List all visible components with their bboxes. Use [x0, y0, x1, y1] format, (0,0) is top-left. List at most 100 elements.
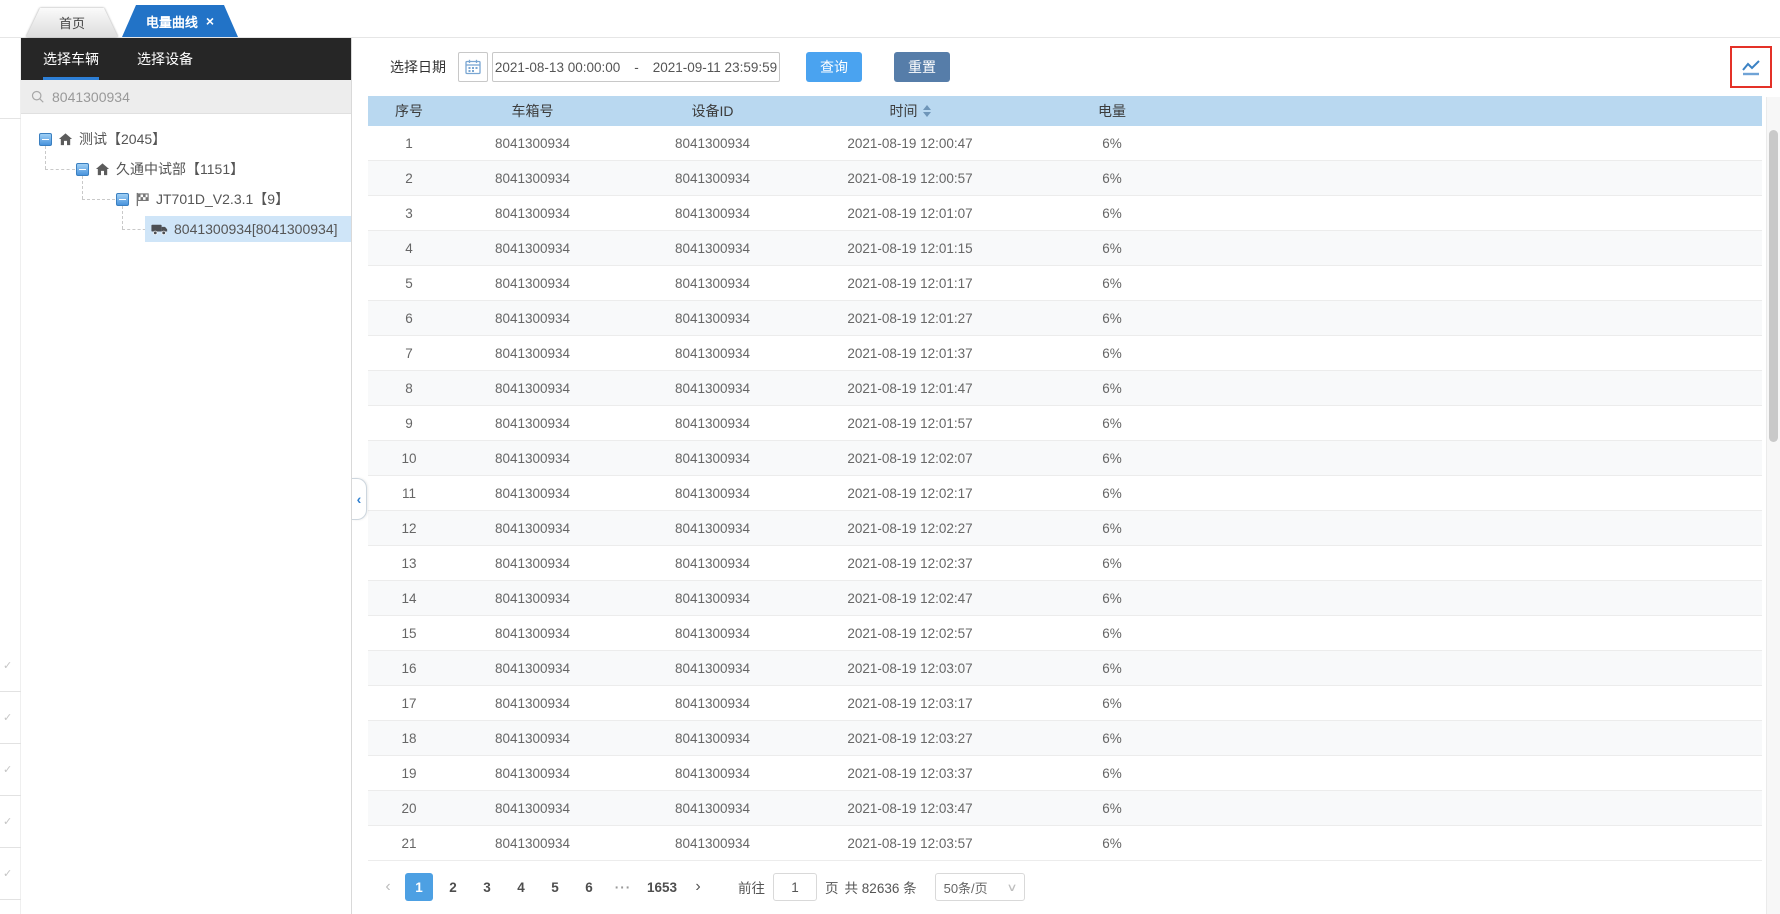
page-button[interactable]: 6 [575, 873, 603, 901]
chart-view-button-highlighted[interactable] [1730, 46, 1772, 88]
prev-page-icon[interactable]: ‹ [374, 873, 402, 901]
table-row[interactable]: 12 8041300934 8041300934 2021-08-19 12:02:2… [368, 511, 1762, 546]
table-cell: 8041300934 [674, 800, 751, 816]
vertical-scrollbar[interactable] [1766, 97, 1780, 914]
table-row[interactable]: 2 8041300934 8041300934 2021-08-19 12:00:57… [368, 161, 1762, 196]
table-cell: 2021-08-19 12:01:27 [847, 310, 973, 326]
page-button[interactable]: 4 [507, 873, 535, 901]
table-cell: 8041300934 [494, 310, 571, 326]
vehicle-search-input[interactable] [52, 88, 302, 105]
tree-node-selected-highlight[interactable]: 8041300934[8041300934] [145, 216, 351, 242]
table-cell: 2021-08-19 12:02:07 [847, 450, 973, 466]
table-cell: 6% [1102, 415, 1122, 431]
collapse-toggle-icon[interactable] [39, 132, 52, 146]
table-row[interactable]: 21 8041300934 8041300934 2021-08-19 12:03:5… [368, 826, 1762, 861]
table-row[interactable]: 4 8041300934 8041300934 2021-08-19 12:01:15… [368, 231, 1762, 266]
column-header-vehicle[interactable]: 车箱号 [450, 101, 615, 121]
table-cell: 2021-08-19 12:03:37 [847, 765, 973, 781]
collapse-chevron-icon: ‹ [356, 491, 362, 507]
table-row[interactable]: 10 8041300934 8041300934 2021-08-19 12:02:0… [368, 441, 1762, 476]
page-button[interactable]: 2 [439, 873, 467, 901]
column-header-time[interactable]: 时间 [810, 101, 1010, 121]
table-cell: 8041300934 [494, 415, 571, 431]
table-cell: 6% [1102, 835, 1122, 851]
goto-page-input[interactable] [773, 873, 818, 901]
page-button[interactable]: 1653 [643, 873, 681, 901]
table-cell: 5 [405, 275, 413, 291]
table-cell: 8041300934 [494, 660, 571, 676]
sidebar-tab-select-vehicle[interactable]: 选择车辆 [43, 38, 99, 80]
page-button[interactable]: 5 [541, 873, 569, 901]
scrollbar-thumb[interactable] [1769, 130, 1778, 442]
table-row[interactable]: 20 8041300934 8041300934 2021-08-19 12:03:4… [368, 791, 1762, 826]
column-header-index[interactable]: 序号 [368, 101, 450, 121]
table-cell: 8041300934 [674, 555, 751, 571]
table-cell: 8041300934 [674, 660, 751, 676]
table-cell: 6% [1102, 590, 1122, 606]
page-button[interactable]: 1 [405, 873, 433, 901]
table-row[interactable]: 17 8041300934 8041300934 2021-08-19 12:03:1… [368, 686, 1762, 721]
table-row[interactable]: 19 8041300934 8041300934 2021-08-19 12:03:3… [368, 756, 1762, 791]
query-button[interactable]: 查询 [806, 52, 862, 82]
tree-node-department[interactable]: 久通中试部【1151】 [76, 154, 351, 184]
table-row[interactable]: 6 8041300934 8041300934 2021-08-19 12:01:27… [368, 301, 1762, 336]
table-row[interactable]: 14 8041300934 8041300934 2021-08-19 12:02:4… [368, 581, 1762, 616]
table-cell: 6% [1102, 345, 1122, 361]
tree-node-root[interactable]: 测试【2045】 [39, 124, 351, 154]
date-range-input[interactable]: 2021-08-13 00:00:00 - 2021-09-11 23:59:5… [492, 52, 780, 82]
date-separator: - [634, 59, 639, 75]
table-cell: 13 [401, 555, 417, 571]
check-icon: ✓ [0, 692, 21, 744]
table-cell: 2021-08-19 12:01:47 [847, 380, 973, 396]
flag-icon [136, 192, 149, 206]
column-header-device-id[interactable]: 设备ID [615, 101, 810, 121]
sort-asc-icon [922, 105, 931, 110]
table-row[interactable]: 15 8041300934 8041300934 2021-08-19 12:02:5… [368, 616, 1762, 651]
table-cell: 8041300934 [494, 695, 571, 711]
table-cell: 8041300934 [674, 415, 751, 431]
table-cell: 8041300934 [494, 485, 571, 501]
table-cell: 8041300934 [674, 835, 751, 851]
table-cell: 8041300934 [674, 310, 751, 326]
main-panel: 选择日期 2021-08-13 00:00:00 - 2021-09-11 23… [352, 38, 1780, 914]
table-cell: 1 [405, 135, 413, 151]
table-row[interactable]: 16 8041300934 8041300934 2021-08-19 12:03:0… [368, 651, 1762, 686]
column-header-time-label: 时间 [889, 103, 918, 119]
sidebar-tab-select-device[interactable]: 选择设备 [137, 38, 193, 80]
tab-close-icon[interactable]: × [206, 14, 214, 28]
table-row[interactable]: 18 8041300934 8041300934 2021-08-19 12:03:2… [368, 721, 1762, 756]
table-row[interactable]: 7 8041300934 8041300934 2021-08-19 12:01:37… [368, 336, 1762, 371]
search-icon [31, 90, 44, 103]
table-row[interactable]: 1 8041300934 8041300934 2021-08-19 12:00:47… [368, 126, 1762, 161]
table-row[interactable]: 8 8041300934 8041300934 2021-08-19 12:01:47… [368, 371, 1762, 406]
table-row[interactable]: 3 8041300934 8041300934 2021-08-19 12:01:07… [368, 196, 1762, 231]
table-cell: 8041300934 [494, 625, 571, 641]
table-row[interactable]: 9 8041300934 8041300934 2021-08-19 12:01:57… [368, 406, 1762, 441]
table-cell: 9 [405, 415, 413, 431]
table-cell: 2021-08-19 12:03:47 [847, 800, 973, 816]
tree-node-vehicle-selected[interactable]: 8041300934[8041300934] [145, 214, 351, 244]
table-cell: 6% [1102, 170, 1122, 186]
left-strip-divider [0, 118, 21, 119]
sort-desc-icon [922, 112, 931, 117]
sidebar-collapse-handle[interactable]: ‹ [352, 478, 367, 520]
table-row[interactable]: 11 8041300934 8041300934 2021-08-19 12:02:1… [368, 476, 1762, 511]
tab-battery-curve[interactable]: 电量曲线 × [122, 5, 238, 37]
calendar-button[interactable] [458, 52, 488, 82]
table-row[interactable]: 13 8041300934 8041300934 2021-08-19 12:02:3… [368, 546, 1762, 581]
tree-node-device-type[interactable]: JT701D_V2.3.1【9】 [116, 184, 351, 214]
reset-button[interactable]: 重置 [894, 52, 950, 82]
page-size-select[interactable]: 50条/页 ∨ [934, 873, 1025, 901]
sort-icon[interactable] [922, 105, 931, 117]
next-page-icon[interactable]: › [684, 873, 712, 901]
table-cell: 11 [401, 485, 416, 501]
collapse-toggle-icon[interactable] [116, 192, 129, 206]
page-button[interactable]: 3 [473, 873, 501, 901]
table-cell: 6% [1102, 135, 1122, 151]
tab-home-label: 首页 [58, 16, 85, 31]
tab-home[interactable]: 首页 [26, 8, 118, 37]
column-header-battery[interactable]: 电量 [1010, 101, 1214, 121]
table-cell: 2021-08-19 12:03:27 [847, 730, 973, 746]
table-row[interactable]: 5 8041300934 8041300934 2021-08-19 12:01:17… [368, 266, 1762, 301]
collapse-toggle-icon[interactable] [76, 162, 89, 176]
